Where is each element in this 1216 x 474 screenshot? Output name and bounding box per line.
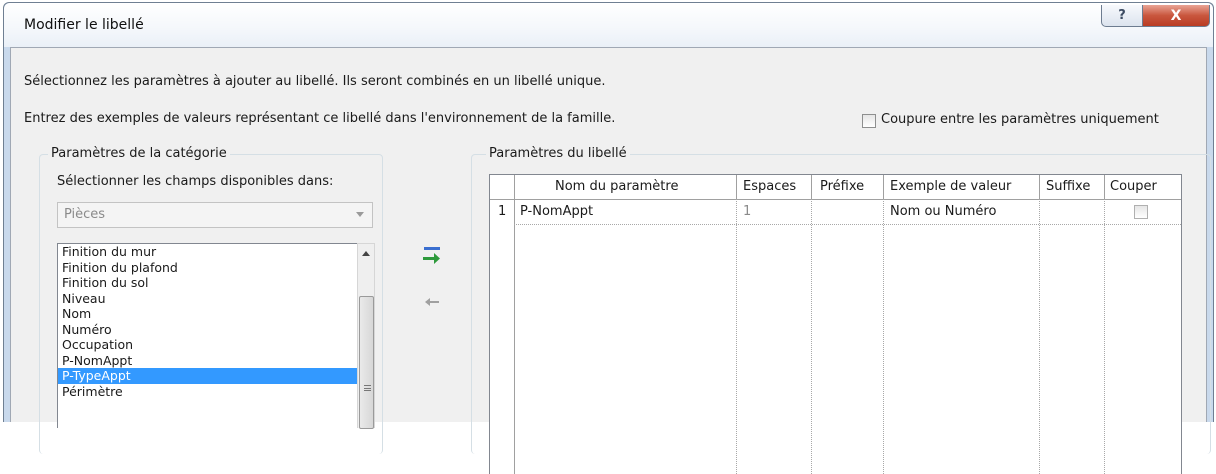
category-parameters-legend: Paramètres de la catégorie — [48, 146, 230, 161]
add-parameter-icon — [423, 247, 440, 264]
list-item-selected[interactable]: P-TypeAppt — [58, 368, 357, 384]
add-parameter-button[interactable] — [419, 244, 445, 268]
break-between-parameters-label: Coupure entre les paramètres uniquement — [881, 112, 1159, 127]
column-header-break[interactable]: Couper — [1110, 175, 1157, 199]
remove-parameter-button[interactable] — [419, 292, 445, 312]
label-parameters-grid[interactable]: Nom du paramètre Espaces Préfixe Exemple… — [489, 174, 1182, 474]
list-item[interactable]: Niveau — [58, 291, 357, 307]
dialog-body: Sélectionnez les paramètres à ajouter au… — [10, 47, 1211, 474]
chevron-down-icon[interactable] — [356, 212, 364, 217]
column-header-name[interactable]: Nom du paramètre — [555, 175, 678, 199]
scrollbar-thumb[interactable] — [359, 296, 374, 429]
dialog-window: Modifier le libellé ? X Sélectionnez les… — [3, 2, 1214, 474]
available-fields-list[interactable]: Finition du mur Finition du plafond Fini… — [57, 243, 357, 428]
table-cell-name[interactable]: P-NomAppt — [520, 200, 593, 224]
row-break-checkbox[interactable] — [1134, 205, 1148, 219]
list-item[interactable]: P-NomAppt — [58, 353, 357, 369]
table-cell-spaces[interactable]: 1 — [743, 200, 751, 224]
category-dropdown-value: Pièces — [64, 207, 106, 222]
break-between-parameters-checkbox[interactable] — [862, 114, 876, 128]
dialog-title: Modifier le libellé — [24, 17, 144, 33]
row-index: 1 — [498, 204, 507, 219]
close-button[interactable]: X — [1142, 5, 1210, 27]
title-bar[interactable]: Modifier le libellé ? X — [4, 3, 1213, 47]
grip-icon — [364, 385, 371, 391]
column-header-suffix[interactable]: Suffixe — [1046, 175, 1090, 199]
list-item[interactable]: Finition du plafond — [58, 260, 357, 276]
list-item[interactable]: Périmètre — [58, 384, 357, 400]
select-fields-label: Sélectionner les champs disponibles dans… — [57, 174, 334, 189]
column-header-sample[interactable]: Exemple de valeur — [890, 175, 1011, 199]
column-header-prefix[interactable]: Préfixe — [820, 175, 864, 199]
category-dropdown[interactable]: Pièces — [57, 202, 373, 228]
instruction-line-1: Sélectionnez les paramètres à ajouter au… — [24, 74, 606, 89]
remove-parameter-icon — [425, 298, 439, 306]
list-item[interactable]: Finition du mur — [58, 244, 357, 260]
column-header-spaces[interactable]: Espaces — [743, 175, 796, 199]
scroll-up-arrow-icon[interactable] — [362, 251, 370, 256]
list-item[interactable]: Numéro — [58, 322, 357, 338]
table-cell-sample[interactable]: Nom ou Numéro — [890, 200, 996, 224]
list-item[interactable]: Finition du sol — [58, 275, 357, 291]
list-item[interactable]: Nom — [58, 306, 357, 322]
list-item[interactable]: Occupation — [58, 337, 357, 353]
instruction-line-2: Entrez des exemples de valeurs représent… — [24, 111, 616, 126]
help-button[interactable]: ? — [1101, 5, 1143, 27]
label-parameters-legend: Paramètres du libellé — [486, 146, 630, 161]
fields-list-scrollbar[interactable] — [357, 243, 375, 429]
